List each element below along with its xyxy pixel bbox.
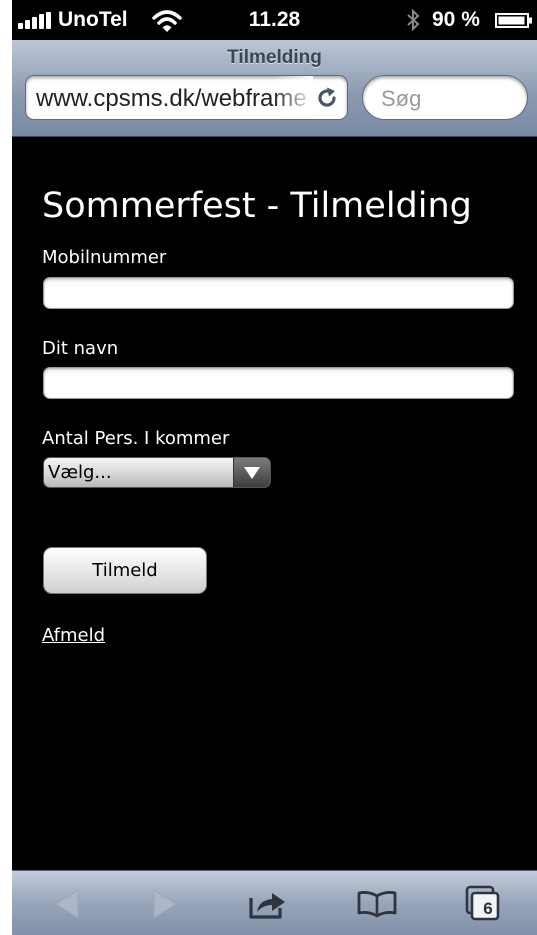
url-field[interactable]: www.cpsms.dk/webframe bbox=[25, 75, 348, 120]
browser-toolbar: 6 bbox=[12, 870, 537, 935]
battery-percentage: 90 % bbox=[432, 8, 480, 31]
persons-label: Antal Pers. I kommer bbox=[42, 428, 230, 449]
select-arrow-button[interactable] bbox=[233, 458, 270, 487]
persons-select[interactable]: Vælg... bbox=[43, 457, 271, 488]
share-button[interactable] bbox=[233, 871, 303, 935]
forward-button[interactable] bbox=[130, 871, 200, 935]
phone-screen: UnoTel 11.28 90 % Tilmelding www.cpsms.d… bbox=[12, 0, 537, 935]
status-bar: UnoTel 11.28 90 % bbox=[12, 0, 537, 40]
url-fade bbox=[273, 76, 313, 119]
submit-button[interactable]: Tilmeld bbox=[43, 547, 207, 594]
tabs-button[interactable]: 6 bbox=[448, 871, 518, 935]
back-button[interactable] bbox=[32, 871, 102, 935]
bluetooth-icon bbox=[407, 8, 420, 32]
name-label: Dit navn bbox=[42, 338, 119, 359]
browser-address-bar: Tilmelding www.cpsms.dk/webframe Søg bbox=[12, 40, 537, 137]
phone-field[interactable] bbox=[43, 277, 514, 309]
persons-select-value: Vælg... bbox=[48, 462, 112, 483]
form-heading: Sommerfest - Tilmelding bbox=[42, 186, 472, 226]
search-field[interactable]: Søg bbox=[362, 75, 528, 120]
bookmarks-icon bbox=[357, 890, 397, 917]
web-page-content: Sommerfest - Tilmelding Mobilnummer Dit … bbox=[12, 137, 537, 870]
share-icon bbox=[249, 892, 285, 919]
tab-count: 6 bbox=[483, 899, 493, 918]
back-arrow-icon bbox=[55, 888, 79, 919]
page-title: Tilmelding bbox=[227, 47, 322, 68]
name-field[interactable] bbox=[43, 367, 514, 399]
forward-arrow-icon bbox=[153, 888, 177, 919]
bookmarks-button[interactable] bbox=[342, 871, 412, 935]
chevron-down-icon bbox=[244, 467, 260, 479]
unsubscribe-link[interactable]: Afmeld bbox=[42, 625, 105, 646]
reload-icon[interactable] bbox=[315, 86, 339, 110]
phone-label: Mobilnummer bbox=[42, 247, 167, 268]
battery-icon bbox=[495, 13, 532, 28]
